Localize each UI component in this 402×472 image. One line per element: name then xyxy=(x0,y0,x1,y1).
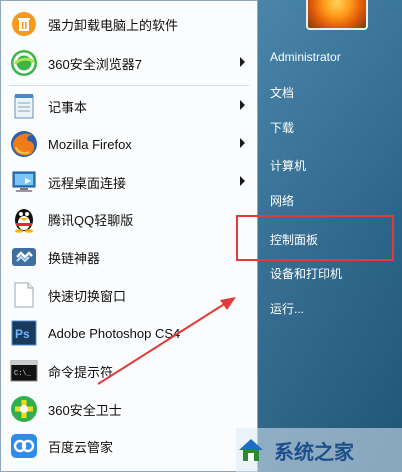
house-logo-icon xyxy=(239,439,263,461)
annotation-arrow xyxy=(97,297,236,385)
watermark-text: 系统之家 xyxy=(274,441,354,464)
watermark: 系统之家 xyxy=(236,428,402,472)
start-menu: 强力卸载电脑上的软件 360安全浏览器7 记事本 Mozilla Firefox… xyxy=(0,0,402,472)
